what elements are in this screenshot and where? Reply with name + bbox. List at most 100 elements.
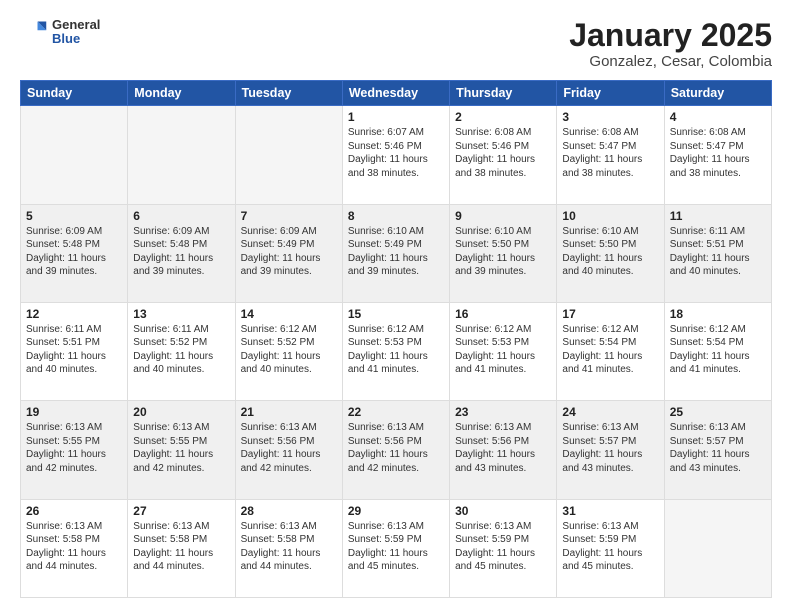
day-info: Sunrise: 6:11 AM Sunset: 5:52 PM Dayligh… [133,323,229,377]
day-number: 25 [670,405,766,419]
day-cell: 8Sunrise: 6:10 AM Sunset: 5:49 PM Daylig… [342,204,449,302]
week-row-2: 5 Sunrise: 6:09 AM Sunset: 5:48 PM Daylig… [21,204,772,302]
day-number: 7 [241,209,337,223]
header-cell-sunday: Sunday [21,81,128,106]
calendar-header-row: SundayMondayTuesdayWednesdayThursdayFrid… [21,81,772,106]
day-number: 24 [562,405,658,419]
day-number: 3 [562,110,658,124]
day-number: 6 [133,209,229,223]
header-cell-friday: Friday [557,81,664,106]
day-info: Sunrise: 6:09 AM Sunset: 5:48 PM Dayligh… [133,225,229,279]
day-cell: 25 Sunrise: 6:13 AM Sunset: 5:57 PM Dayli… [664,401,771,499]
day-number: 2 [455,110,551,124]
day-number: 18 [670,307,766,321]
day-number: 8 [348,209,444,223]
day-info: Sunrise: 6:12 AM Sunset: 5:54 PM Dayligh… [562,323,658,377]
logo-general: General [52,18,100,32]
day-number: 11 [670,209,766,223]
day-cell [128,106,235,204]
day-cell: 20Sunrise: 6:13 AM Sunset: 5:55 PM Dayli… [128,401,235,499]
logo: General Blue [20,18,100,47]
day-cell [21,106,128,204]
week-row-3: 12 Sunrise: 6:11 AM Sunset: 5:51 PM Dayli… [21,302,772,400]
day-cell: 4 Sunrise: 6:08 AM Sunset: 5:47 PM Daylig… [664,106,771,204]
day-number: 16 [455,307,551,321]
day-info: Sunrise: 6:12 AM Sunset: 5:53 PM Dayligh… [455,323,551,377]
day-info: Sunrise: 6:13 AM Sunset: 5:58 PM Dayligh… [26,520,122,574]
day-number: 14 [241,307,337,321]
header-cell-thursday: Thursday [450,81,557,106]
day-number: 9 [455,209,551,223]
day-info: Sunrise: 6:13 AM Sunset: 5:58 PM Dayligh… [241,520,337,574]
day-number: 19 [26,405,122,419]
day-cell: 29Sunrise: 6:13 AM Sunset: 5:59 PM Dayli… [342,499,449,597]
logo-icon [20,18,48,46]
day-info: Sunrise: 6:08 AM Sunset: 5:47 PM Dayligh… [562,126,658,180]
day-number: 13 [133,307,229,321]
day-cell: 13 Sunrise: 6:11 AM Sunset: 5:52 PM Dayli… [128,302,235,400]
day-cell: 28 Sunrise: 6:13 AM Sunset: 5:58 PM Dayli… [235,499,342,597]
day-info: Sunrise: 6:10 AM Sunset: 5:50 PM Dayligh… [455,225,551,279]
day-number: 30 [455,504,551,518]
calendar-title: January 2025 [569,18,772,53]
day-cell: 6 Sunrise: 6:09 AM Sunset: 5:48 PM Daylig… [128,204,235,302]
day-info: Sunrise: 6:08 AM Sunset: 5:47 PM Dayligh… [670,126,766,180]
day-cell: 7 Sunrise: 6:09 AM Sunset: 5:49 PM Daylig… [235,204,342,302]
day-number: 4 [670,110,766,124]
day-info: Sunrise: 6:13 AM Sunset: 5:59 PM Dayligh… [562,520,658,574]
day-cell: 2 Sunrise: 6:08 AM Sunset: 5:46 PM Daylig… [450,106,557,204]
day-number: 5 [26,209,122,223]
week-row-5: 26Sunrise: 6:13 AM Sunset: 5:58 PM Dayli… [21,499,772,597]
logo-text: General Blue [52,18,100,47]
day-cell: 15Sunrise: 6:12 AM Sunset: 5:53 PM Dayli… [342,302,449,400]
day-info: Sunrise: 6:10 AM Sunset: 5:50 PM Dayligh… [562,225,658,279]
day-cell: 30 Sunrise: 6:13 AM Sunset: 5:59 PM Dayli… [450,499,557,597]
calendar-page: General Blue January 2025 Gonzalez, Cesa… [0,0,792,612]
day-info: Sunrise: 6:13 AM Sunset: 5:58 PM Dayligh… [133,520,229,574]
day-cell: 21 Sunrise: 6:13 AM Sunset: 5:56 PM Dayli… [235,401,342,499]
day-info: Sunrise: 6:09 AM Sunset: 5:49 PM Dayligh… [241,225,337,279]
day-info: Sunrise: 6:13 AM Sunset: 5:55 PM Dayligh… [26,421,122,475]
day-number: 27 [133,504,229,518]
day-cell: 24Sunrise: 6:13 AM Sunset: 5:57 PM Dayli… [557,401,664,499]
day-cell: 18Sunrise: 6:12 AM Sunset: 5:54 PM Dayli… [664,302,771,400]
header-cell-monday: Monday [128,81,235,106]
day-cell: 19 Sunrise: 6:13 AM Sunset: 5:55 PM Dayli… [21,401,128,499]
day-cell [235,106,342,204]
day-info: Sunrise: 6:13 AM Sunset: 5:57 PM Dayligh… [670,421,766,475]
day-info: Sunrise: 6:13 AM Sunset: 5:56 PM Dayligh… [348,421,444,475]
day-cell: 16 Sunrise: 6:12 AM Sunset: 5:53 PM Dayli… [450,302,557,400]
day-cell [664,499,771,597]
calendar-subtitle: Gonzalez, Cesar, Colombia [569,53,772,70]
header-cell-tuesday: Tuesday [235,81,342,106]
day-cell: 27 Sunrise: 6:13 AM Sunset: 5:58 PM Dayli… [128,499,235,597]
day-cell: 17 Sunrise: 6:12 AM Sunset: 5:54 PM Dayli… [557,302,664,400]
day-number: 17 [562,307,658,321]
day-cell: 23Sunrise: 6:13 AM Sunset: 5:56 PM Dayli… [450,401,557,499]
header-cell-wednesday: Wednesday [342,81,449,106]
top-section: General Blue January 2025 Gonzalez, Cesa… [20,18,772,70]
day-cell: 11 Sunrise: 6:11 AM Sunset: 5:51 PM Dayli… [664,204,771,302]
day-info: Sunrise: 6:08 AM Sunset: 5:46 PM Dayligh… [455,126,551,180]
calendar-table: SundayMondayTuesdayWednesdayThursdayFrid… [20,80,772,598]
day-cell: 14 Sunrise: 6:12 AM Sunset: 5:52 PM Dayli… [235,302,342,400]
day-cell: 10Sunrise: 6:10 AM Sunset: 5:50 PM Dayli… [557,204,664,302]
day-info: Sunrise: 6:11 AM Sunset: 5:51 PM Dayligh… [26,323,122,377]
day-number: 12 [26,307,122,321]
day-number: 21 [241,405,337,419]
day-number: 28 [241,504,337,518]
day-info: Sunrise: 6:13 AM Sunset: 5:59 PM Dayligh… [455,520,551,574]
day-number: 1 [348,110,444,124]
week-row-4: 19 Sunrise: 6:13 AM Sunset: 5:55 PM Dayli… [21,401,772,499]
header-cell-saturday: Saturday [664,81,771,106]
day-info: Sunrise: 6:12 AM Sunset: 5:52 PM Dayligh… [241,323,337,377]
day-info: Sunrise: 6:07 AM Sunset: 5:46 PM Dayligh… [348,126,444,180]
day-number: 29 [348,504,444,518]
day-cell: 5 Sunrise: 6:09 AM Sunset: 5:48 PM Daylig… [21,204,128,302]
day-info: Sunrise: 6:13 AM Sunset: 5:56 PM Dayligh… [241,421,337,475]
day-info: Sunrise: 6:09 AM Sunset: 5:48 PM Dayligh… [26,225,122,279]
day-cell: 22 Sunrise: 6:13 AM Sunset: 5:56 PM Dayli… [342,401,449,499]
day-info: Sunrise: 6:11 AM Sunset: 5:51 PM Dayligh… [670,225,766,279]
day-cell: 12 Sunrise: 6:11 AM Sunset: 5:51 PM Dayli… [21,302,128,400]
day-number: 22 [348,405,444,419]
